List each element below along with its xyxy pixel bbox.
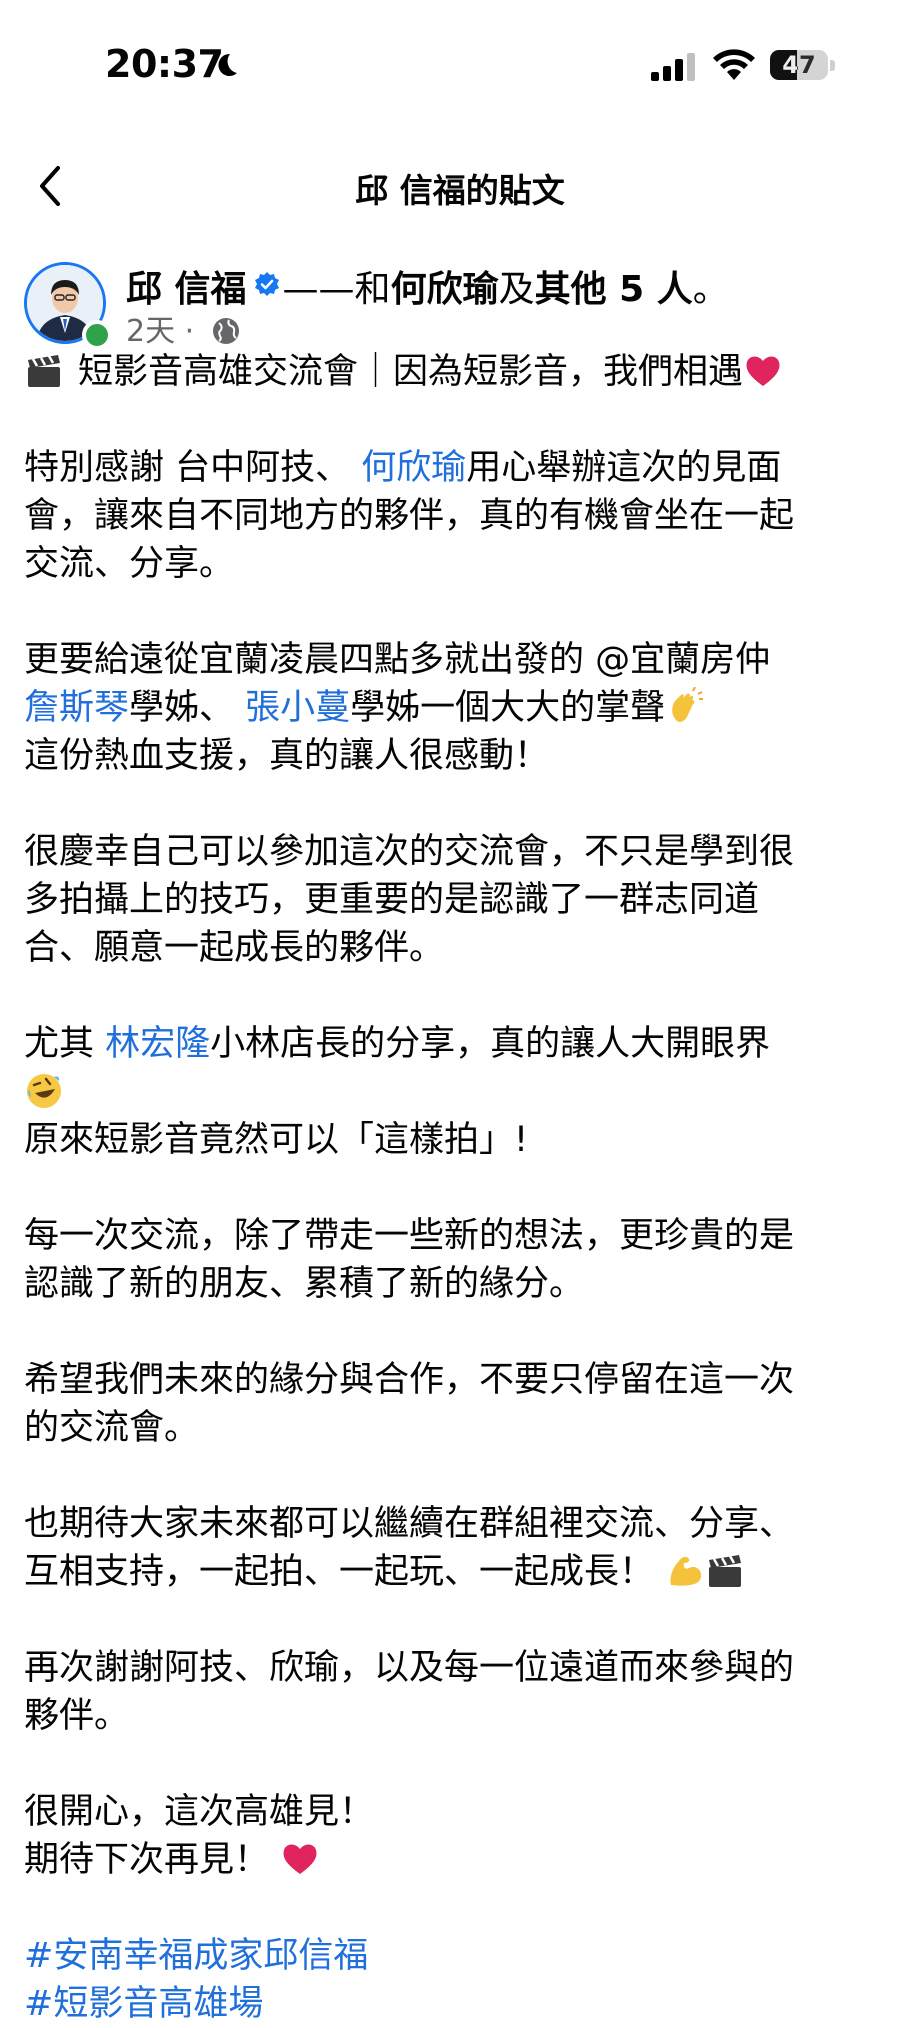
post-intro: 短影音高雄交流會｜因為短影音，我們相遇 bbox=[78, 352, 744, 392]
text-line: 夥伴。 bbox=[24, 1696, 130, 1736]
text-line: 尤其 林宏隆小林店長的分享，真的讓人大開眼界 bbox=[24, 1024, 771, 1064]
battery-icon: 47 bbox=[770, 50, 836, 82]
text-line: 也期待大家未來都可以繼續在群組裡交流、分享、 bbox=[24, 1504, 795, 1544]
tagged-person[interactable]: 何欣瑜 bbox=[391, 269, 499, 310]
text-line: 原來短影音竟然可以「這樣拍」! bbox=[24, 1120, 529, 1160]
signal-bars-icon bbox=[651, 53, 695, 81]
wifi-icon bbox=[713, 49, 755, 80]
text-line bbox=[24, 1068, 904, 1116]
text-line: 互相支持，一起拍、一起玩、一起成長！ bbox=[24, 1548, 904, 1596]
text-line: 希望我們未來的緣分與合作，不要只停留在這一次 bbox=[24, 1360, 795, 1400]
hashtag-line: #短影音高雄場 bbox=[24, 1980, 904, 2028]
text-line: 期待下次再見！ bbox=[24, 1836, 904, 1884]
battery-level-text: 47 bbox=[782, 51, 816, 79]
author-name[interactable]: 邱 信福 bbox=[126, 269, 247, 310]
clapping-hands-emoji bbox=[665, 686, 705, 727]
text-line: 合、願意一起成長的夥伴。 bbox=[24, 928, 445, 968]
hashtag-link[interactable]: #安南幸福成家邱信福 bbox=[24, 1936, 368, 1976]
mention-link[interactable]: 張小蔓 bbox=[245, 688, 350, 728]
text-line: 更要給遠從宜蘭凌晨四點多就出發的 @宜蘭房仲 bbox=[24, 640, 771, 680]
page-title: 邱 信福的貼文 bbox=[355, 171, 565, 210]
post-header: 邱 信福 ——和何欣瑜及其他 5 人。 2天 · bbox=[0, 258, 920, 358]
with-suffix: 及 bbox=[498, 269, 535, 310]
moon-icon bbox=[218, 53, 237, 76]
meta-separator: · bbox=[175, 314, 204, 349]
author-line: 邱 信福 ——和何欣瑜及其他 5 人。 bbox=[126, 260, 729, 312]
globe-icon bbox=[212, 318, 239, 344]
tagged-others-link[interactable]: 其他 5 人 bbox=[535, 269, 693, 310]
nav-bar: 邱 信福的貼文 bbox=[0, 140, 920, 230]
post-body: 短影音高雄交流會｜因為短影音，我們相遇 特別感謝 台中阿技、 何欣瑜用心舉辦這次… bbox=[24, 348, 904, 2028]
text-line: 很開心，這次高雄見！ bbox=[24, 1792, 375, 1832]
text-line: 詹斯琴學姊、 張小蔓學姊一個大大的掌聲 bbox=[24, 684, 904, 732]
red-heart-emoji bbox=[280, 1839, 320, 1879]
with-end: 。 bbox=[692, 269, 729, 310]
status-time: 20:37 bbox=[105, 42, 224, 86]
text-line: 每一次交流，除了帶走一些新的想法，更珍貴的是 bbox=[24, 1216, 795, 1256]
text-line: 特別感謝 台中阿技、 何欣瑜用心舉辦這次的見面 bbox=[24, 448, 782, 488]
text-line: 會，讓來自不同地方的夥伴，真的有機會坐在一起 bbox=[24, 496, 795, 536]
text-line: 再次謝謝阿技、欣瑜，以及每一位遠道而來參與的 bbox=[24, 1648, 795, 1688]
text-line: 的交流會。 bbox=[24, 1408, 200, 1448]
hashtag-link[interactable]: #短影音高雄場 bbox=[24, 1984, 263, 2024]
rolling-laughing-emoji bbox=[24, 1071, 64, 1111]
with-prefix: ——和 bbox=[282, 269, 391, 310]
text-line: 很慶幸自己可以參加這次的交流會，不只是學到很 bbox=[24, 832, 795, 872]
post-meta: 2天 · bbox=[126, 306, 242, 350]
text-line: 短影音高雄交流會｜因為短影音，我們相遇 bbox=[24, 348, 904, 396]
mention-link[interactable]: 何欣瑜 bbox=[361, 448, 466, 488]
flexed-biceps-emoji bbox=[665, 1551, 705, 1591]
text-line: 這份熱血支援，真的讓人很感動！ bbox=[24, 736, 550, 776]
hashtag-line: #安南幸福成家邱信福 bbox=[24, 1932, 904, 1980]
post-time[interactable]: 2天 bbox=[126, 314, 175, 349]
text-line: 多拍攝上的技巧，更重要的是認識了一群志同道 bbox=[24, 880, 760, 920]
text-line: 認識了新的朋友、累積了新的緣分。 bbox=[24, 1264, 585, 1304]
mention-link[interactable]: 詹斯琴 bbox=[24, 688, 129, 728]
text-line: 交流、分享。 bbox=[24, 544, 235, 584]
verified-badge-icon bbox=[254, 272, 279, 296]
red-heart-emoji bbox=[743, 351, 783, 391]
online-status-dot bbox=[82, 320, 112, 350]
clapper-board-emoji bbox=[24, 351, 64, 391]
mention-link[interactable]: 林宏隆 bbox=[105, 1024, 210, 1064]
status-bar: 20:37 47 bbox=[0, 0, 920, 130]
clapper-board-emoji bbox=[705, 1551, 745, 1591]
